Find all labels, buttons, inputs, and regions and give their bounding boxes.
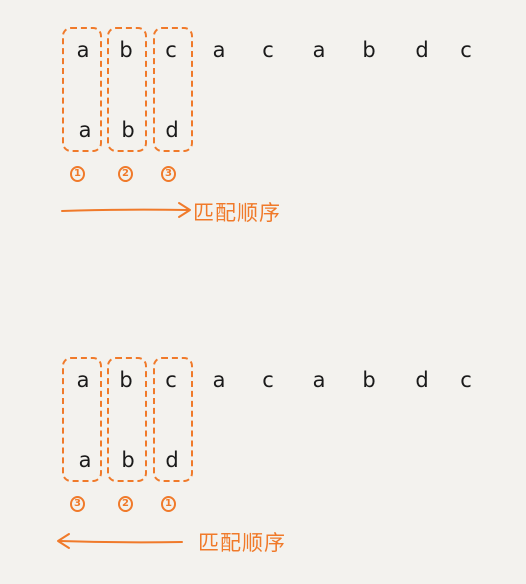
main-string-char: d bbox=[415, 368, 429, 392]
main-string-char: c bbox=[460, 368, 472, 392]
order-marker: 3 bbox=[70, 496, 85, 512]
match-order-diagram-forward: a b c a c a b d c a b d 1 2 3 匹配顺序 bbox=[0, 0, 526, 260]
order-marker: 3 bbox=[161, 166, 176, 182]
pattern-char: d bbox=[165, 448, 179, 472]
order-marker: 1 bbox=[70, 166, 85, 182]
main-string-char: a bbox=[312, 368, 326, 392]
main-string-char: d bbox=[415, 38, 429, 62]
main-string-char: a bbox=[212, 38, 226, 62]
match-order-diagram-backward: a b c a c a b d c a b d 3 2 1 匹配顺序 bbox=[0, 330, 526, 584]
main-string-char: c bbox=[262, 38, 274, 62]
main-string-char: b bbox=[362, 38, 376, 62]
main-string-char: b bbox=[119, 368, 133, 392]
pattern-char: a bbox=[78, 118, 92, 142]
main-string-char: b bbox=[362, 368, 376, 392]
main-string-char: a bbox=[212, 368, 226, 392]
order-marker: 2 bbox=[118, 166, 133, 182]
order-marker: 2 bbox=[118, 496, 133, 512]
pattern-char: b bbox=[121, 448, 135, 472]
arrow-label: 匹配顺序 bbox=[193, 201, 281, 225]
main-string-char: c bbox=[460, 38, 472, 62]
main-string-char: b bbox=[119, 38, 133, 62]
main-string-char: a bbox=[76, 368, 90, 392]
main-string-char: a bbox=[76, 38, 90, 62]
main-string-char: c bbox=[165, 368, 177, 392]
main-string-char: a bbox=[312, 38, 326, 62]
order-marker: 1 bbox=[161, 496, 176, 512]
pattern-char: b bbox=[121, 118, 135, 142]
main-string-char: c bbox=[165, 38, 177, 62]
pattern-char: d bbox=[165, 118, 179, 142]
main-string-char: c bbox=[262, 368, 274, 392]
arrow-label: 匹配顺序 bbox=[198, 531, 286, 555]
pattern-char: a bbox=[78, 448, 92, 472]
